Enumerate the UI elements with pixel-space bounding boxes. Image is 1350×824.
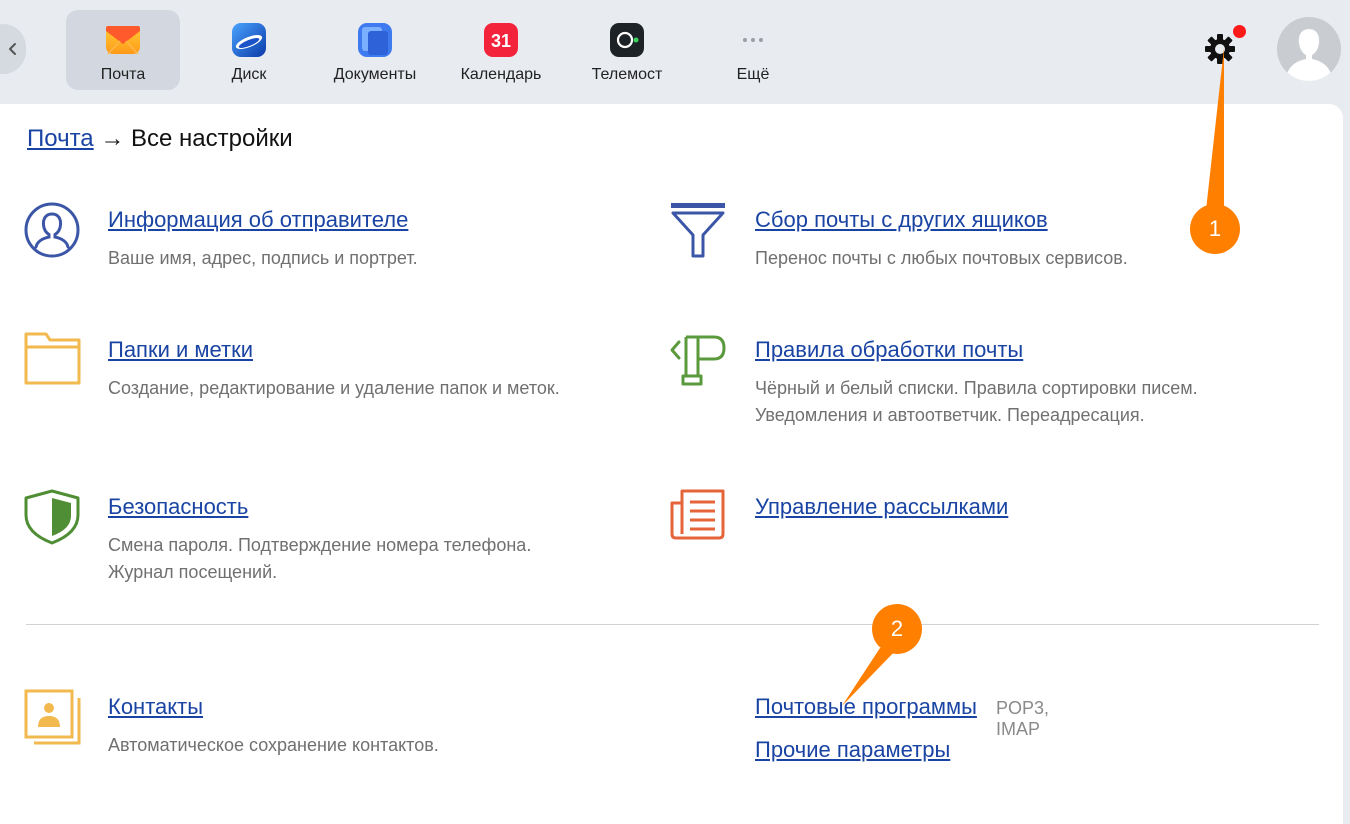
telemost-icon — [610, 23, 644, 57]
settings-gear-icon[interactable] — [1203, 32, 1237, 66]
contacts-card-icon — [24, 689, 81, 745]
app-calendar[interactable]: 31 Календарь — [444, 10, 558, 90]
folders-link[interactable]: Папки и метки — [108, 337, 253, 363]
mail-rules-desc-line1: Чёрный и белый списки. Правила сортировк… — [755, 378, 1198, 398]
mail-rules-desc-line2: Уведомления и автоответчик. Переадресаци… — [755, 405, 1145, 425]
notification-dot — [1233, 25, 1246, 38]
newsletter-icon — [670, 489, 725, 540]
calendar-icon: 31 — [484, 23, 518, 57]
mail-collector-link[interactable]: Сбор почты с других ящиков — [755, 207, 1048, 233]
app-disk[interactable]: Диск — [192, 10, 306, 90]
app-more[interactable]: Ещё — [696, 10, 810, 90]
page-title: Все настройки — [131, 125, 293, 152]
app-mail[interactable]: Почта — [66, 10, 180, 90]
sender-info-desc: Ваше имя, адрес, подпись и портрет. — [108, 248, 418, 268]
mail-envelope-icon — [106, 26, 140, 55]
top-bar: Почта Диск Документы 31 Календарь Телемо… — [0, 0, 1350, 104]
other-params-link[interactable]: Прочие параметры — [755, 737, 950, 763]
documents-icon — [358, 23, 392, 57]
app-label: Документы — [333, 66, 417, 83]
sender-info-link[interactable]: Информация об отправителе — [108, 207, 408, 233]
section-divider — [26, 624, 1319, 625]
folder-icon — [24, 332, 81, 385]
calendar-badge: 31 — [491, 31, 511, 51]
funnel-icon — [671, 203, 725, 258]
breadcrumb-mail-link[interactable]: Почта — [27, 125, 94, 152]
mail-rules-link[interactable]: Правила обработки почты — [755, 337, 1023, 363]
person-circle-icon — [24, 202, 80, 258]
app-documents[interactable]: Документы — [318, 10, 432, 90]
app-label: Календарь — [460, 66, 542, 83]
mail-programs-link[interactable]: Почтовые программы — [755, 694, 977, 720]
annotation-marker-2: 2 — [872, 604, 922, 654]
security-link[interactable]: Безопасность — [108, 494, 248, 520]
annotation-marker-1: 1 — [1190, 204, 1240, 254]
mail-programs-note: POP3, IMAP — [996, 698, 1050, 739]
app-telemost[interactable]: Телемост — [570, 10, 684, 90]
security-desc-line2: Журнал посещений. — [108, 562, 278, 582]
contacts-link[interactable]: Контакты — [108, 694, 203, 720]
avatar[interactable] — [1277, 17, 1341, 81]
mail-collector-desc: Перенос почты с любых почтовых сервисов. — [755, 248, 1128, 268]
chevron-left-icon — [9, 43, 16, 55]
breadcrumb: Почта → Все настройки — [27, 125, 293, 153]
app-label: Телемост — [591, 66, 663, 83]
user-silhouette-icon — [1286, 29, 1332, 81]
shield-icon — [24, 489, 80, 545]
app-label: Диск — [231, 66, 267, 83]
folders-desc: Создание, редактирование и удаление папо… — [108, 378, 560, 398]
breadcrumb-separator: → — [100, 125, 125, 152]
security-desc-line1: Смена пароля. Подтверждение номера телеф… — [108, 535, 532, 555]
app-label: Ещё — [736, 66, 770, 83]
subscriptions-link[interactable]: Управление рассылками — [755, 494, 1008, 520]
back-button[interactable] — [0, 24, 26, 74]
disk-icon — [232, 23, 266, 57]
more-dots-icon — [743, 38, 763, 42]
signpost-icon — [670, 335, 726, 386]
contacts-desc: Автоматическое сохранение контактов. — [108, 735, 439, 755]
app-label: Почта — [100, 66, 146, 83]
